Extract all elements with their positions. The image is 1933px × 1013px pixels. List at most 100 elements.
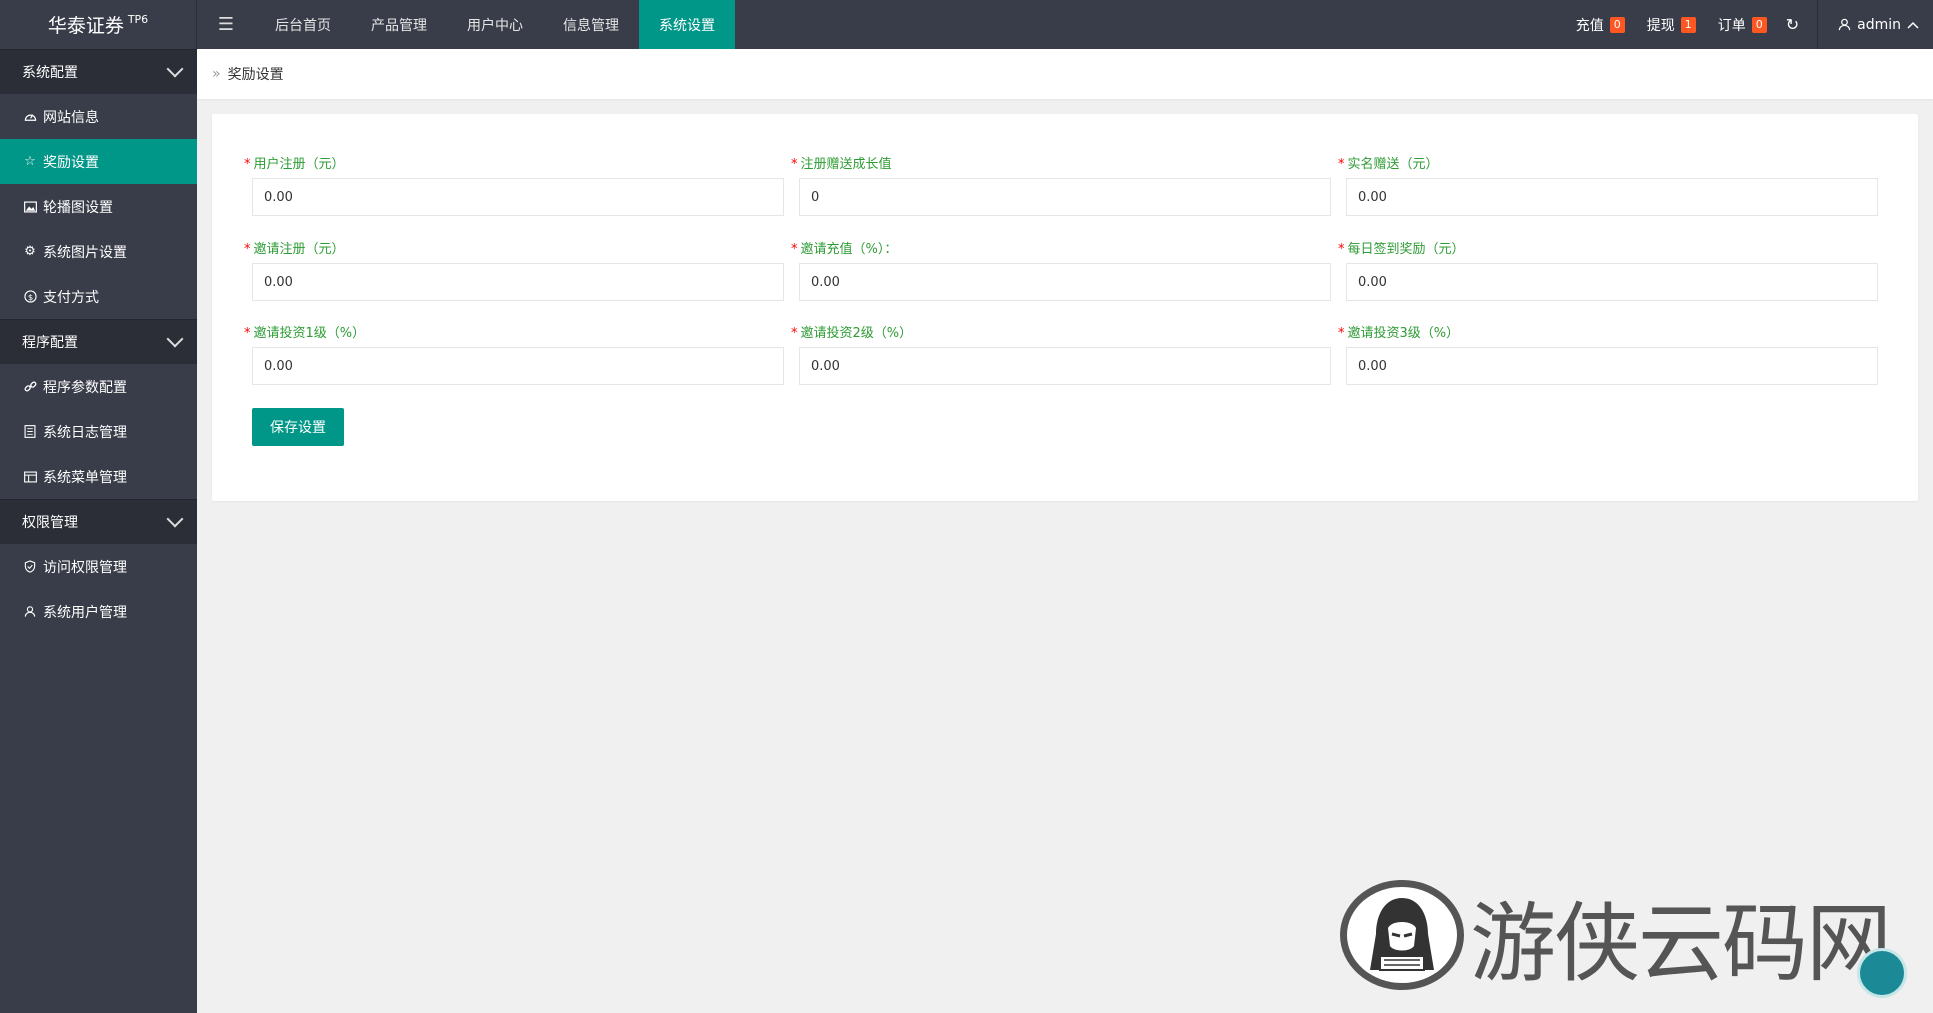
brand-suffix: TP6 [127,13,149,26]
sidebar-item-system-logs[interactable]: 系统日志管理 [0,409,197,454]
breadcrumb: » 奖励设置 [197,49,1933,99]
field-label: * 注册赠送成长值 [791,157,892,172]
gear-icon: ⚙ [24,244,36,259]
menu-toggle-icon[interactable]: ☰ [197,0,255,49]
sidebar-item-label: 系统图片设置 [43,244,127,261]
sidebar-item-site-info[interactable]: 网站信息 [0,94,197,139]
breadcrumb-current: 奖励设置 [227,67,284,83]
sidebar-item-system-images[interactable]: ⚙ 系统图片设置 [0,229,197,274]
field-invite-register: * 邀请注册（元） [244,241,784,301]
user-menu[interactable]: admin [1818,0,1933,49]
star-icon: ☆ [24,154,36,169]
sidebar-group-label: 系统配置 [22,65,78,81]
sidebar-item-system-menus[interactable]: 系统菜单管理 [0,454,197,499]
invite-invest-l3-input[interactable] [1346,347,1878,385]
recharge-badge: 0 [1609,16,1625,33]
double-chevron-icon: » [212,66,221,82]
order-link[interactable]: 订单 0 [1707,0,1778,49]
sidebar-group-label: 权限管理 [22,515,78,531]
sidebar-item-label: 系统用户管理 [43,604,127,621]
invite-register-input[interactable] [252,263,784,301]
field-label: * 实名赠送（元） [1338,157,1439,172]
top-right-tools: 充值 0 提现 1 订单 0 ↻ admin [1565,0,1933,49]
register-growth-input[interactable] [799,178,1331,216]
sidebar-group-label: 程序配置 [22,335,78,351]
save-button[interactable]: 保存设置 [252,408,344,446]
user-register-input[interactable] [252,178,784,216]
chevron-down-icon [166,60,184,78]
sidebar-item-system-users[interactable]: 系统用户管理 [0,589,197,634]
log-icon [22,425,38,438]
topnav-users[interactable]: 用户中心 [447,0,543,49]
shield-icon [22,560,38,573]
field-label: * 邀请投资2级（%） [791,326,913,341]
invite-invest-l1-input[interactable] [252,347,784,385]
svg-text:$: $ [27,292,32,302]
order-badge: 0 [1751,16,1767,33]
topnav-settings[interactable]: 系统设置 [639,0,735,49]
chevron-down-icon [166,330,184,348]
field-invite-invest-l1: * 邀请投资1级（%） [244,325,784,385]
daily-checkin-input[interactable] [1346,263,1878,301]
top-nav: 后台首页 产品管理 用户中心 信息管理 系统设置 [255,0,735,49]
withdraw-link[interactable]: 提现 1 [1636,0,1707,49]
sidebar-item-label: 程序参数配置 [43,379,127,396]
recharge-link[interactable]: 充值 0 [1565,0,1636,49]
hacker-logo-icon [1340,880,1464,990]
sidebar-group-system-config[interactable]: 系统配置 [0,49,197,94]
field-label: * 用户注册（元） [244,157,345,172]
sidebar-item-label: 支付方式 [43,289,99,306]
realname-bonus-input[interactable] [1346,178,1878,216]
topnav-products[interactable]: 产品管理 [351,0,447,49]
table-icon [22,471,38,483]
dashboard-icon [22,110,38,123]
field-user-register: * 用户注册（元） [244,156,784,216]
watermark-text: 游侠云码网 [1470,893,1892,994]
sidebar-item-label: 轮播图设置 [43,199,113,216]
reward-settings-form: *用户注册（元） *注册赠送成长值 *实名赠送（元） *邀请注册（元） *邀请充… [212,114,1918,501]
field-realname-bonus: * 实名赠送（元） [1338,156,1878,216]
withdraw-badge: 1 [1680,16,1696,33]
sidebar-item-rewards[interactable]: ☆ 奖励设置 [0,139,197,184]
recharge-label: 充值 [1575,17,1604,34]
sidebar-group-program-config[interactable]: 程序配置 [0,319,197,364]
refresh-icon[interactable]: ↻ [1778,0,1817,49]
field-invite-recharge: * 邀请充值（%）： [791,241,1331,301]
topnav-home[interactable]: 后台首页 [255,0,351,49]
field-daily-checkin: * 每日签到奖励（元） [1338,241,1878,301]
watermark: 游侠云码网 [1340,880,1900,994]
order-label: 订单 [1717,17,1746,34]
sidebar-item-label: 系统日志管理 [43,424,127,441]
link-icon [22,380,38,393]
sidebar-item-label: 访问权限管理 [43,559,127,576]
top-bar: 华泰证券 TP6 ☰ 后台首页 产品管理 用户中心 信息管理 系统设置 充值 0 … [0,0,1933,49]
sidebar-item-payment[interactable]: $ 支付方式 [0,274,197,319]
chevron-up-icon [1907,21,1919,29]
user-icon [22,605,38,618]
dollar-icon: $ [22,290,38,303]
sidebar-item-carousel[interactable]: 轮播图设置 [0,184,197,229]
sidebar-item-label: 网站信息 [43,109,99,126]
field-invite-invest-l3: * 邀请投资3级（%） [1338,325,1878,385]
field-invite-invest-l2: * 邀请投资2级（%） [791,325,1331,385]
invite-recharge-input[interactable] [799,263,1331,301]
field-label: * 邀请投资3级（%） [1338,326,1460,341]
field-label: * 邀请投资1级（%） [244,326,366,341]
sidebar: 系统配置 网站信息 ☆ 奖励设置 轮播图设置 ⚙ 系统图片设置 $ 支付方式 程… [0,49,197,1013]
user-icon [1838,18,1851,31]
sidebar-group-permissions[interactable]: 权限管理 [0,499,197,544]
sidebar-item-access-permissions[interactable]: 访问权限管理 [0,544,197,589]
sidebar-item-program-params[interactable]: 程序参数配置 [0,364,197,409]
field-register-growth: * 注册赠送成长值 [791,156,1331,216]
floating-action-button[interactable] [1857,948,1907,998]
user-name: admin [1857,16,1901,33]
withdraw-label: 提现 [1646,17,1675,34]
brand-logo[interactable]: 华泰证券 TP6 [0,0,197,49]
topnav-info[interactable]: 信息管理 [543,0,639,49]
field-label: * 邀请充值（%）： [791,242,898,257]
image-icon [22,200,38,213]
brand-name: 华泰证券 [47,15,124,37]
invite-invest-l2-input[interactable] [799,347,1331,385]
sidebar-item-label: 系统菜单管理 [43,469,127,486]
chevron-down-icon [166,510,184,528]
